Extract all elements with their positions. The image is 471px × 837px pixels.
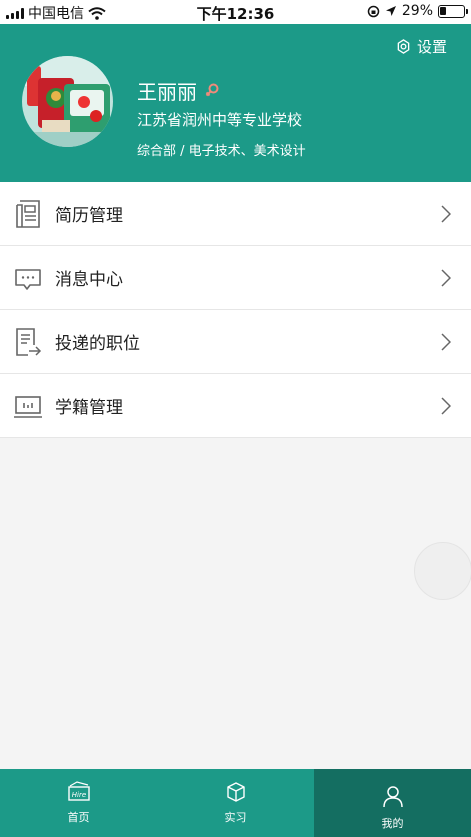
tab-label: 我的 xyxy=(381,817,404,830)
tab-mine[interactable]: 我的 xyxy=(314,769,471,837)
settings-button[interactable]: 设置 xyxy=(396,36,447,57)
tab-bar: Hire 首页 实习 我的 xyxy=(0,769,471,837)
hire-icon: Hire xyxy=(67,781,90,801)
menu-item-student-status[interactable]: 学籍管理 xyxy=(0,374,471,438)
profile-header: 设置 王丽丽 江苏省润州中等专业学校 综合部 / 电子技术、美术设计 xyxy=(0,24,471,182)
resume-icon xyxy=(16,200,40,228)
hire-icon-text: Hire xyxy=(71,791,85,799)
menu-item-resume[interactable]: 简历管理 xyxy=(0,182,471,246)
delivered-jobs-icon xyxy=(16,328,42,356)
school-name: 江苏省润州中等专业学校 xyxy=(137,111,303,129)
department: 综合部 / 电子技术、美术设计 xyxy=(137,144,306,159)
chevron-right-icon xyxy=(441,269,451,287)
chevron-right-icon xyxy=(441,397,451,415)
name-row: 王丽丽 xyxy=(137,76,219,105)
cube-icon xyxy=(226,782,245,802)
location-icon xyxy=(385,6,396,16)
menu-label: 投递的职位 xyxy=(55,334,140,354)
battery-icon xyxy=(438,4,468,18)
message-icon xyxy=(15,269,41,290)
chevron-right-icon xyxy=(441,333,451,351)
orientation-lock-icon xyxy=(367,5,380,17)
tab-internship[interactable]: 实习 xyxy=(157,769,314,837)
battery-percent: 29% xyxy=(401,3,433,19)
menu-label: 消息中心 xyxy=(55,270,123,290)
avatar-image xyxy=(22,56,113,147)
status-right: 29% xyxy=(367,3,468,19)
tab-label: 首页 xyxy=(67,811,90,824)
menu-list: 简历管理 消息中心 投递的职位 学籍管理 xyxy=(0,182,471,438)
user-name: 王丽丽 xyxy=(137,80,197,104)
person-icon xyxy=(382,786,403,808)
female-icon xyxy=(205,83,219,96)
gear-icon xyxy=(397,39,410,54)
menu-label: 学籍管理 xyxy=(55,398,123,418)
floating-action-button[interactable] xyxy=(414,542,471,600)
menu-item-delivered-jobs[interactable]: 投递的职位 xyxy=(0,310,471,374)
tab-home[interactable]: Hire 首页 xyxy=(0,769,157,837)
menu-label: 简历管理 xyxy=(55,206,123,226)
avatar[interactable] xyxy=(22,56,113,147)
chevron-right-icon xyxy=(441,205,451,223)
tab-label: 实习 xyxy=(224,811,247,824)
status-bar: 中国电信 下午12:36 29% xyxy=(0,0,471,24)
settings-label: 设置 xyxy=(416,38,447,56)
menu-item-messages[interactable]: 消息中心 xyxy=(0,246,471,310)
student-status-icon xyxy=(14,396,42,418)
